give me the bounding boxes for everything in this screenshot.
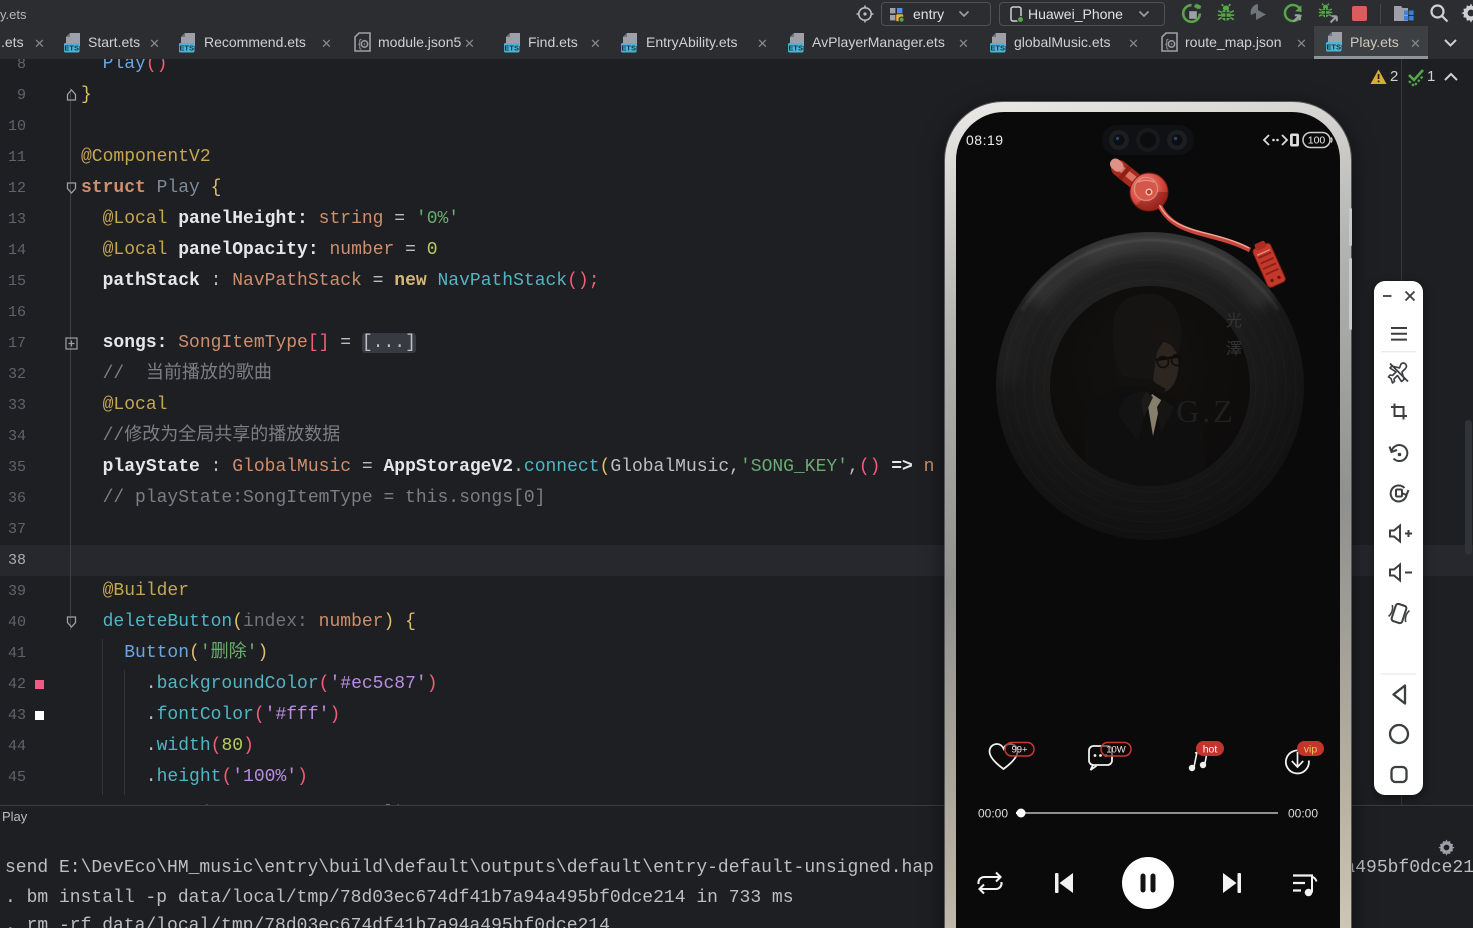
svg-text:hot: hot <box>1203 744 1218 756</box>
svg-text:08:19: 08:19 <box>966 132 1004 148</box>
svg-text:00:00: 00:00 <box>978 807 1008 821</box>
svg-text:100: 100 <box>1308 135 1326 147</box>
svg-text:00:00: 00:00 <box>1288 807 1318 821</box>
svg-text:99+: 99+ <box>1011 745 1028 756</box>
svg-text:10W: 10W <box>1106 745 1126 756</box>
svg-text:vip: vip <box>1304 744 1318 756</box>
svg-text:澤: 澤 <box>1226 340 1242 358</box>
svg-text:光: 光 <box>1226 312 1242 330</box>
svg-text:G.Z: G.Z <box>1176 393 1236 429</box>
